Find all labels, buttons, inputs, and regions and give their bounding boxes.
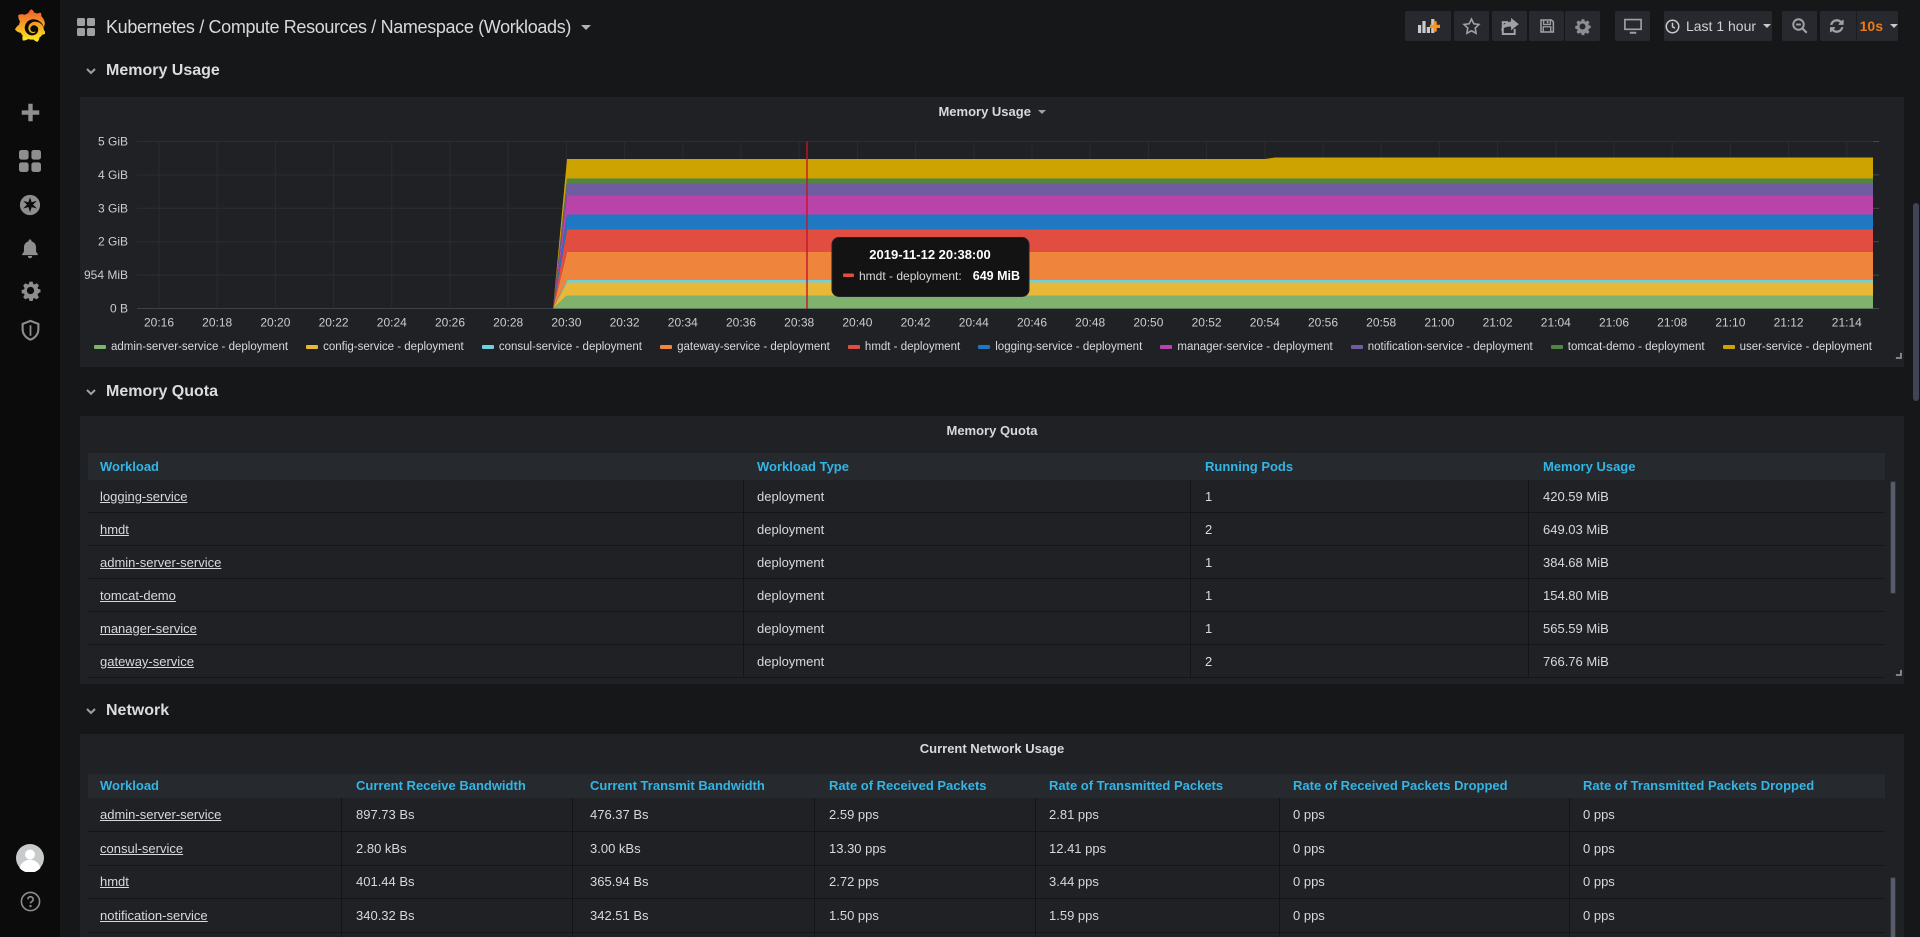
svg-text:20:42: 20:42 — [901, 316, 931, 330]
svg-text:21:02: 21:02 — [1483, 316, 1513, 330]
svg-text:3 GiB: 3 GiB — [98, 201, 128, 215]
svg-text:20:38: 20:38 — [784, 316, 814, 330]
svg-text:20:34: 20:34 — [668, 316, 698, 330]
svg-text:0 B: 0 B — [110, 302, 128, 316]
svg-text:20:46: 20:46 — [1017, 316, 1047, 330]
svg-text:954 MiB: 954 MiB — [84, 268, 128, 282]
svg-text:20:26: 20:26 — [435, 316, 465, 330]
svg-text:hmdt - deployment:: hmdt - deployment: — [859, 269, 962, 283]
svg-text:649 MiB: 649 MiB — [973, 269, 1020, 283]
svg-text:20:44: 20:44 — [959, 316, 989, 330]
svg-text:4 GiB: 4 GiB — [98, 168, 128, 182]
svg-text:21:08: 21:08 — [1657, 316, 1687, 330]
svg-text:5 GiB: 5 GiB — [98, 135, 128, 149]
svg-text:20:54: 20:54 — [1250, 316, 1280, 330]
svg-text:21:14: 21:14 — [1832, 316, 1862, 330]
svg-text:2019-11-12 20:38:00: 2019-11-12 20:38:00 — [869, 247, 990, 262]
svg-text:20:24: 20:24 — [377, 316, 407, 330]
svg-text:20:20: 20:20 — [260, 316, 290, 330]
svg-text:20:58: 20:58 — [1366, 316, 1396, 330]
svg-text:2 GiB: 2 GiB — [98, 235, 128, 249]
svg-text:21:10: 21:10 — [1715, 316, 1745, 330]
svg-text:21:04: 21:04 — [1541, 316, 1571, 330]
svg-text:21:06: 21:06 — [1599, 316, 1629, 330]
svg-text:21:12: 21:12 — [1774, 316, 1804, 330]
svg-text:20:48: 20:48 — [1075, 316, 1105, 330]
svg-text:20:28: 20:28 — [493, 316, 523, 330]
svg-text:20:50: 20:50 — [1133, 316, 1163, 330]
svg-text:20:36: 20:36 — [726, 316, 756, 330]
svg-text:20:32: 20:32 — [610, 316, 640, 330]
svg-text:20:18: 20:18 — [202, 316, 232, 330]
svg-text:20:40: 20:40 — [842, 316, 872, 330]
svg-text:20:16: 20:16 — [144, 316, 174, 330]
svg-text:21:00: 21:00 — [1424, 316, 1454, 330]
svg-text:20:56: 20:56 — [1308, 316, 1338, 330]
svg-text:20:30: 20:30 — [551, 316, 581, 330]
svg-text:20:52: 20:52 — [1192, 316, 1222, 330]
svg-text:20:22: 20:22 — [319, 316, 349, 330]
